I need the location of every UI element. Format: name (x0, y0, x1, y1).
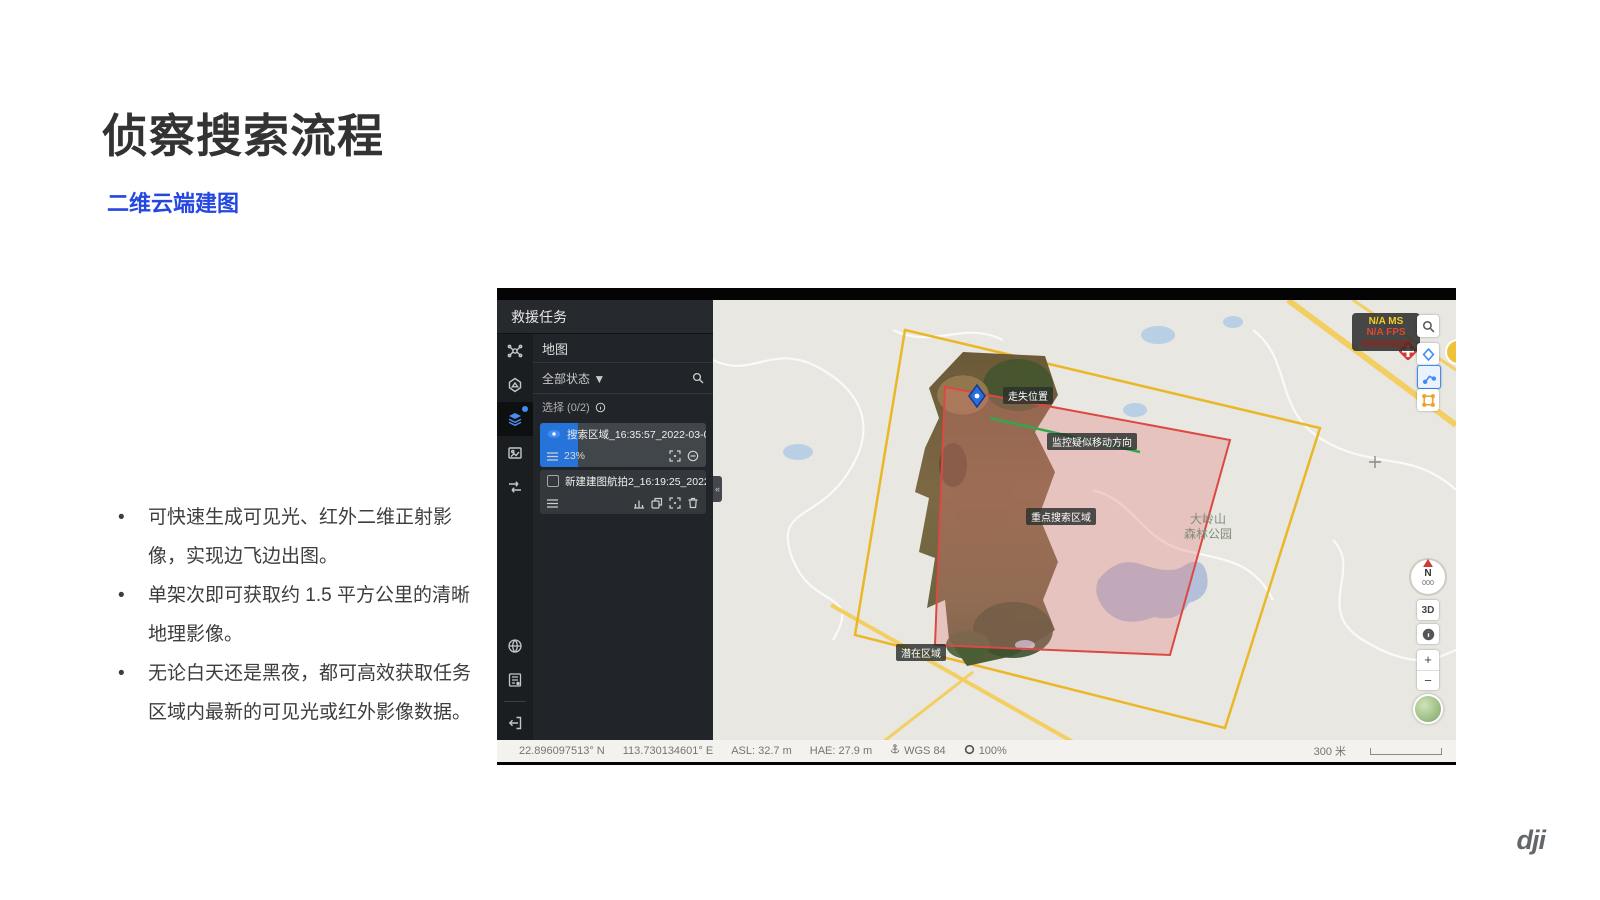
hud-extra (1361, 340, 1411, 347)
map-status-bar: 22.896097513° N 113.730134601° E ASL: 32… (497, 740, 1456, 762)
zoom-ring-icon (964, 744, 975, 758)
basemap-switch-thumb[interactable] (1413, 694, 1443, 724)
layer-item-name: 搜索区域_16:35:57_2022-03-08+... (567, 427, 706, 442)
section-title: 地图 (533, 334, 713, 363)
visibility-eye-icon[interactable] (547, 429, 561, 439)
panel-title: 救援任务 (497, 300, 713, 334)
selection-count-row: 选择 (0/2) (533, 394, 713, 420)
mission-panel: 救援任务 (497, 300, 713, 740)
zoom-control[interactable]: + − (1417, 650, 1439, 690)
trash-icon[interactable] (687, 497, 699, 509)
status-hae: HAE: 27.9 m (810, 745, 872, 757)
map-canvas[interactable]: « (713, 300, 1456, 740)
app-screenshot: 救援任务 (497, 288, 1456, 765)
status-longitude: 113.730134601° E (623, 745, 713, 757)
status-filter-label: 全部状态 ▼ (542, 370, 605, 387)
letterbox-bottom (497, 762, 1456, 765)
layer-item-name: 新建建图航拍2_16:19:25_2022-0... (565, 474, 706, 489)
focus-icon[interactable] (669, 450, 681, 462)
status-asl: ASL: 32.7 m (731, 745, 792, 757)
status-zoom-percent: 100% (979, 745, 1007, 757)
layers-icon[interactable] (497, 402, 533, 436)
bullet-text: 可快速生成可见光、红外二维正射影像，实现边飞边出图。 (148, 498, 480, 576)
focus-icon[interactable] (669, 497, 681, 509)
bullet-item: • 可快速生成可见光、红外二维正射影像，实现边飞边出图。 (112, 498, 480, 576)
menu-icon[interactable] (547, 452, 558, 461)
copy-icon[interactable] (651, 497, 663, 509)
layer-item-mapping-flight[interactable]: 新建建图航拍2_16:19:25_2022-0... (540, 470, 706, 514)
map-info-button[interactable] (1417, 624, 1439, 644)
datum-anchor-icon (890, 744, 900, 758)
bullet-text: 无论白天还是黑夜，都可高效获取任务区域内最新的可见光或红外影像数据。 (148, 654, 480, 732)
compass[interactable]: N 000 (1408, 557, 1448, 597)
stream-route-icon[interactable] (497, 470, 533, 504)
page-title: 侦察搜索流程 (102, 100, 384, 166)
scale-bar (1370, 748, 1442, 755)
checkbox[interactable] (547, 475, 559, 487)
bullet-text: 单架次即可获取约 1.5 平方公里的清晰地理影像。 (148, 576, 480, 654)
letterbox-top (497, 288, 1456, 300)
search-icon[interactable] (692, 372, 704, 384)
map-search-button[interactable] (1417, 315, 1439, 337)
info-icon[interactable] (595, 402, 606, 413)
selection-count: 选择 (0/2) (542, 399, 590, 415)
map-label-lost-position: 走失位置 (1003, 387, 1053, 404)
task-settings-icon[interactable] (497, 663, 533, 697)
bullet-glyph: • (112, 654, 148, 732)
sidebar-rail (497, 334, 533, 740)
dji-logo: dji (1517, 825, 1546, 856)
compass-heading: 000 (1422, 580, 1434, 587)
draw-point-tool[interactable] (1417, 343, 1439, 365)
layer-item-search-area[interactable]: 搜索区域_16:35:57_2022-03-08+... 23% (540, 423, 706, 467)
draw-polygon-tool[interactable] (1417, 389, 1439, 411)
globe-icon[interactable] (497, 629, 533, 663)
status-datum: WGS 84 (904, 745, 946, 757)
hud-fps: N/A FPS (1357, 327, 1415, 338)
compass-n: N (1424, 568, 1431, 579)
bullet-glyph: • (112, 498, 148, 576)
zoom-in-button[interactable]: + (1417, 650, 1439, 671)
panel-collapse-handle[interactable]: « (713, 476, 722, 502)
toggle-3d-button[interactable]: 3D (1417, 600, 1439, 620)
status-filter[interactable]: 全部状态 ▼ (533, 363, 713, 394)
stats-icon[interactable] (633, 497, 645, 509)
notification-dot (522, 406, 528, 412)
map-label-potential-area: 潜在区域 (896, 644, 946, 661)
scale-text: 300 米 (1314, 743, 1346, 759)
page-subtitle: 二维云端建图 (107, 186, 239, 218)
draw-line-tool[interactable] (1417, 365, 1441, 389)
hud-ms: N/A MS (1357, 316, 1415, 327)
map-label-park: 大岭山 森林公园 (1173, 512, 1243, 542)
team-drone-icon[interactable] (497, 334, 533, 368)
zoom-out-button[interactable]: − (1417, 671, 1439, 691)
slide: 侦察搜索流程 二维云端建图 • 可快速生成可见光、红外二维正射影像，实现边飞边出… (0, 0, 1600, 900)
exit-icon[interactable] (497, 706, 533, 740)
terrain-marker-icon[interactable] (497, 368, 533, 402)
progress-percent: 23% (564, 450, 585, 462)
menu-icon[interactable] (547, 499, 558, 508)
status-latitude: 22.896097513° N (519, 745, 605, 757)
layer-list-panel: 地图 全部状态 ▼ 选择 (0/2) (533, 334, 713, 740)
media-icon[interactable] (497, 436, 533, 470)
bullet-item: • 单架次即可获取约 1.5 平方公里的清晰地理影像。 (112, 576, 480, 654)
map-label-movement-direction: 监控疑似移动方向 (1047, 433, 1137, 450)
bullet-glyph: • (112, 576, 148, 654)
remove-circle-icon[interactable] (687, 450, 699, 462)
telemetry-hud: N/A MS N/A FPS (1352, 313, 1420, 351)
bullet-list: • 可快速生成可见光、红外二维正射影像，实现边飞边出图。 • 单架次即可获取约 … (112, 498, 480, 732)
bullet-item: • 无论白天还是黑夜，都可高效获取任务区域内最新的可见光或红外影像数据。 (112, 654, 480, 732)
map-label-key-search-area: 重点搜索区域 (1026, 508, 1096, 525)
divider (504, 701, 526, 702)
